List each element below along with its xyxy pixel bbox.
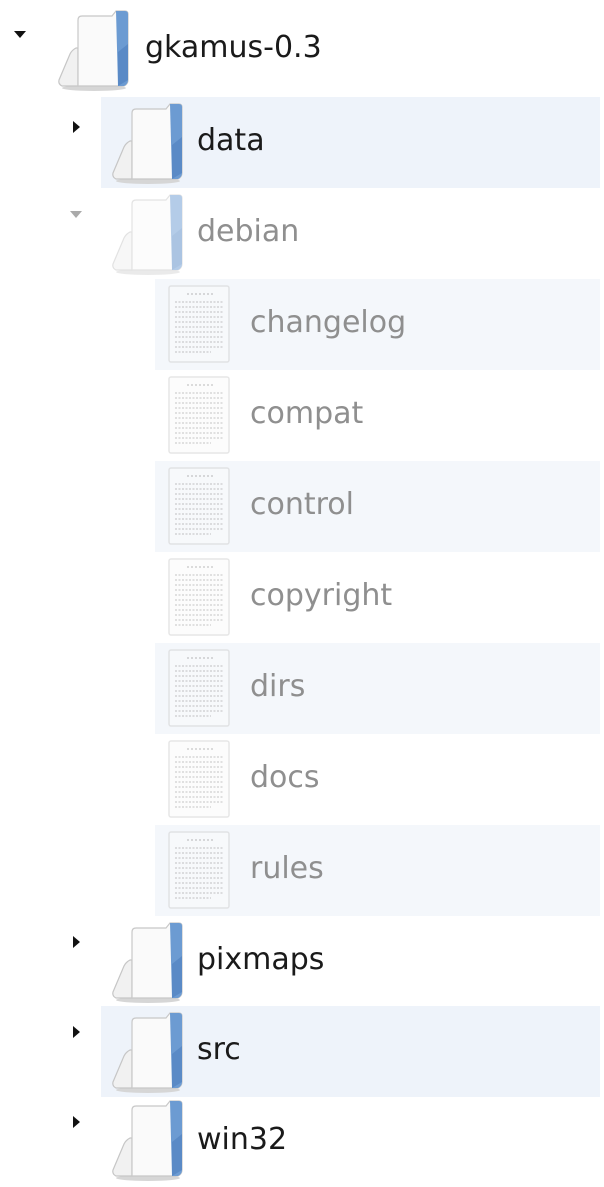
tree-row-label: copyright [250, 578, 393, 613]
tree-row-label: pixmaps [197, 942, 325, 977]
text-file-icon [168, 740, 230, 818]
expander-collapsed-icon[interactable] [66, 932, 86, 952]
folder-icon [112, 1100, 183, 1181]
tree-row-label: src [197, 1032, 241, 1067]
tree-row-compat[interactable]: compat [0, 370, 604, 461]
text-file-icon [168, 467, 230, 545]
tree-row-docs[interactable]: docs [0, 734, 604, 825]
tree-row-rules[interactable]: rules [0, 825, 604, 916]
tree-row-win32[interactable]: win32 [0, 1096, 604, 1187]
tree-row-label: changelog [250, 305, 407, 340]
tree-row-src[interactable]: src [0, 1006, 604, 1097]
tree-row-gkamus[interactable]: gkamus-0.3 [0, 2, 604, 93]
tree-row-label: compat [250, 396, 364, 431]
tree-row-copyright[interactable]: copyright [0, 552, 604, 643]
tree-row-label: dirs [250, 669, 306, 704]
text-file-icon [168, 831, 230, 909]
folder-icon [112, 1012, 183, 1093]
text-file-icon [168, 285, 230, 363]
tree-row-pixmaps[interactable]: pixmaps [0, 916, 604, 1007]
expander-collapsed-icon[interactable] [66, 1022, 86, 1042]
text-file-icon [168, 558, 230, 636]
folder-icon [112, 194, 183, 275]
tree-row-label: rules [250, 851, 324, 886]
tree-row-label: data [197, 123, 265, 158]
folder-icon [112, 103, 183, 184]
expander-collapsed-icon[interactable] [66, 117, 86, 137]
expander-expanded-icon[interactable] [66, 204, 86, 224]
text-file-icon [168, 649, 230, 727]
tree-row-label: win32 [197, 1122, 288, 1157]
expander-collapsed-icon[interactable] [66, 1112, 86, 1132]
tree-row-dirs[interactable]: dirs [0, 643, 604, 734]
text-file-icon [168, 376, 230, 454]
tree-row-label: control [250, 487, 354, 522]
tree-row-changelog[interactable]: changelog [0, 279, 604, 370]
tree-row-label: gkamus-0.3 [145, 30, 322, 65]
expander-expanded-icon[interactable] [10, 24, 30, 44]
file-tree: gkamus-0.3 data debian changelog compat … [0, 0, 604, 1184]
tree-row-control[interactable]: control [0, 461, 604, 552]
tree-row-debian[interactable]: debian [0, 188, 604, 279]
folder-icon [112, 922, 183, 1003]
tree-row-data[interactable]: data [0, 97, 604, 188]
tree-row-label: debian [197, 214, 300, 249]
tree-row-label: docs [250, 760, 320, 795]
folder-icon [58, 10, 129, 91]
